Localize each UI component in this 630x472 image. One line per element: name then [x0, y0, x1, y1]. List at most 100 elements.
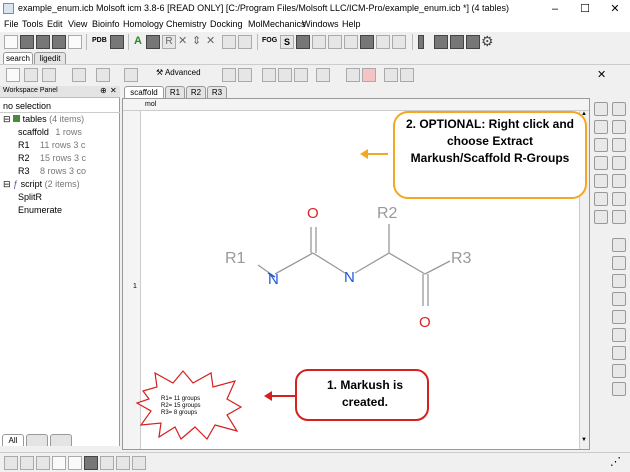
menu-edit[interactable]: Edit: [47, 19, 63, 29]
eye-status-icon[interactable]: [116, 456, 130, 470]
menu-docking[interactable]: Docking: [210, 19, 243, 29]
close-icon[interactable]: ✕: [110, 86, 117, 95]
status-icon-5[interactable]: [68, 456, 82, 470]
pdb-button[interactable]: PDB: [92, 37, 107, 44]
status-icon-4[interactable]: [52, 456, 66, 470]
new-molecule-icon[interactable]: [6, 68, 20, 82]
close-window-button[interactable]: ✕: [600, 0, 630, 18]
menu-help[interactable]: Help: [342, 19, 361, 29]
undo-icon[interactable]: [384, 68, 398, 82]
draw-tool-icon[interactable]: [594, 102, 608, 116]
menu-view[interactable]: View: [68, 19, 87, 29]
status-icon-1[interactable]: [4, 456, 18, 470]
print-icon[interactable]: [68, 35, 82, 49]
tab-search[interactable]: search: [3, 52, 33, 64]
upload-icon[interactable]: [434, 35, 448, 49]
menu-file[interactable]: File: [4, 19, 19, 29]
menu-windows[interactable]: Windows: [302, 19, 339, 29]
menu-molmechanics[interactable]: MolMechanics: [248, 19, 306, 29]
tree-item-enumerate[interactable]: Enumerate: [18, 205, 62, 215]
close-x-icon[interactable]: [612, 192, 626, 206]
chevron-down-icon[interactable]: [612, 292, 626, 306]
pointer-icon[interactable]: [612, 364, 626, 378]
upload-icon-2[interactable]: [450, 35, 464, 49]
import-icon[interactable]: [72, 68, 86, 82]
tab-r2[interactable]: R2: [186, 86, 206, 98]
table-view-icon[interactable]: [594, 174, 608, 188]
chevron-up-icon[interactable]: [612, 274, 626, 288]
tree-item-r1[interactable]: R1 11 rows 3 c: [18, 140, 85, 150]
font-size-icon[interactable]: [612, 210, 626, 224]
tree-item-r2[interactable]: R2 15 rows 3 c: [18, 153, 86, 163]
settings-icon[interactable]: [52, 35, 66, 49]
clean-icon[interactable]: [316, 68, 330, 82]
column-icon[interactable]: [418, 35, 424, 49]
paste-icon[interactable]: [42, 68, 56, 82]
pencil-icon[interactable]: [594, 120, 608, 134]
color-picker-icon[interactable]: [362, 68, 376, 82]
status-icon-2[interactable]: [20, 456, 34, 470]
save-icon[interactable]: [36, 35, 50, 49]
search-icon[interactable]: [612, 102, 626, 116]
tab-tables-icon[interactable]: [26, 434, 48, 446]
r-label-icon[interactable]: R: [162, 35, 176, 49]
open-folder-icon[interactable]: [20, 35, 34, 49]
tab-r3[interactable]: R3: [207, 86, 227, 98]
minimize-button[interactable]: –: [540, 0, 570, 18]
film-icon[interactable]: [132, 456, 146, 470]
menu-chemistry[interactable]: Chemistry: [166, 19, 207, 29]
atom-icon[interactable]: [612, 174, 626, 188]
pin-icon[interactable]: ⊕: [100, 86, 107, 95]
advanced-button[interactable]: ⚒ Advanced: [156, 68, 201, 77]
clip-icon[interactable]: [612, 328, 626, 342]
delete-x-icon[interactable]: ✕: [178, 34, 187, 47]
grid-icon[interactable]: [594, 156, 608, 170]
menu-bioinfo[interactable]: Bioinfo: [92, 19, 120, 29]
molecule-icon[interactable]: [612, 156, 626, 170]
export-icon[interactable]: [96, 68, 110, 82]
menu-homology[interactable]: Homology: [123, 19, 164, 29]
move-icon[interactable]: ⇕: [192, 34, 201, 47]
tab-r1[interactable]: R1: [165, 86, 185, 98]
gear-icon[interactable]: ⚙: [481, 33, 494, 50]
eye-icon[interactable]: [612, 138, 626, 152]
tab-script-icon[interactable]: [50, 434, 72, 446]
ph-icon[interactable]: [262, 68, 276, 82]
tab-ligedit[interactable]: ligedit: [34, 52, 66, 64]
chart-icon[interactable]: [594, 210, 608, 224]
chemistry-ac-icon[interactable]: A: [134, 35, 142, 47]
rotate-icon[interactable]: [222, 68, 236, 82]
s-icon[interactable]: S: [280, 35, 294, 49]
color-icon[interactable]: [392, 35, 406, 49]
tab-all[interactable]: All: [2, 434, 24, 446]
zoom-icon[interactable]: [612, 120, 626, 134]
tree-tables[interactable]: ⊟ tables (4 items): [3, 114, 84, 125]
expand-icon[interactable]: ⊟: [3, 179, 11, 189]
tree-item-r3[interactable]: R3 8 rows 3 co: [18, 166, 86, 176]
resize-grip-icon[interactable]: ⋰: [610, 455, 621, 468]
record-icon[interactable]: [100, 456, 114, 470]
hd-icon[interactable]: [360, 35, 374, 49]
lock-icon[interactable]: [146, 35, 160, 49]
tree-script[interactable]: ⊟ ƒ script (2 items): [3, 179, 80, 190]
lock-icon[interactable]: [612, 310, 626, 324]
status-icon-3[interactable]: [36, 456, 50, 470]
new-file-icon[interactable]: [4, 35, 18, 49]
menu-tools[interactable]: Tools: [22, 19, 43, 29]
multiply-icon[interactable]: ✕: [206, 34, 215, 47]
expand-icon[interactable]: ⊟: [3, 114, 11, 124]
triangle-icon[interactable]: [344, 35, 358, 49]
stereo-icon[interactable]: [346, 68, 360, 82]
mouse-icon[interactable]: [612, 346, 626, 360]
sort-icon[interactable]: [612, 256, 626, 270]
binoculars-icon[interactable]: [594, 138, 608, 152]
structure-icon[interactable]: [124, 68, 138, 82]
upload-icon-3[interactable]: [466, 35, 480, 49]
close-panel-icon[interactable]: ✕: [597, 68, 606, 81]
fog-button[interactable]: FOG: [262, 37, 277, 44]
refresh-icon[interactable]: [238, 68, 252, 82]
copy-icon[interactable]: [24, 68, 38, 82]
render-icon[interactable]: [376, 35, 390, 49]
search-pdb-icon[interactable]: [110, 35, 124, 49]
hydrogen-icon[interactable]: [294, 68, 308, 82]
